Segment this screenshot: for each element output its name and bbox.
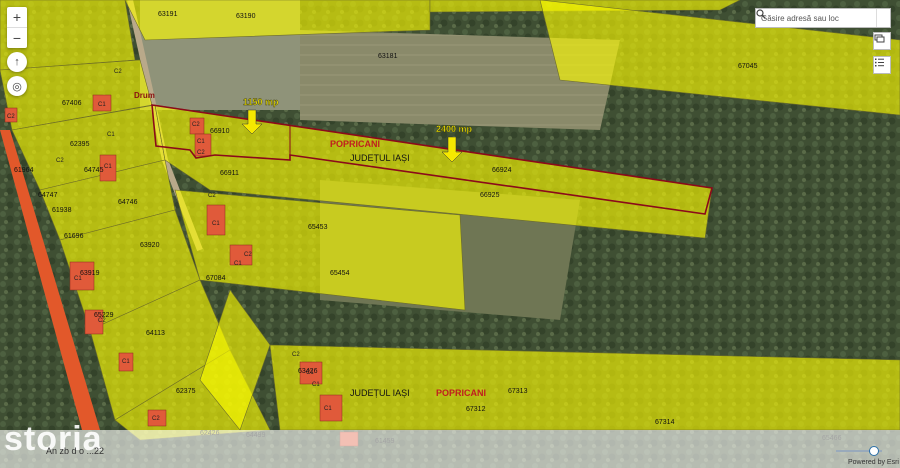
building-code: C2	[292, 352, 300, 358]
legend-button[interactable]	[873, 56, 891, 74]
building-code: C1	[122, 359, 130, 365]
building-code: C1	[306, 370, 314, 376]
parcel-number: 64746	[118, 199, 138, 206]
search-icon	[756, 9, 766, 19]
building-code: C1	[74, 276, 82, 282]
building-code: C1	[324, 406, 332, 412]
zoom-control: + −	[7, 7, 27, 48]
county-label: JUDEȚUL IAȘI	[350, 388, 410, 398]
attribution-bar	[0, 430, 900, 468]
building-code: C2	[7, 114, 15, 120]
parcel-number: 67406	[62, 100, 82, 107]
search-input[interactable]	[756, 13, 876, 23]
county-label: JUDEȚUL IAȘI	[350, 153, 410, 163]
building-code: C2	[114, 69, 122, 75]
parcel-number: 67314	[655, 419, 675, 426]
building-code: C2	[56, 158, 64, 164]
layers-icon	[874, 34, 885, 43]
map-view[interactable]: Drum 1150 mp 2400 mp POPRICANI POPRICANI…	[0, 0, 900, 468]
place-label: POPRICANI	[330, 139, 380, 149]
building-code: C2	[244, 252, 252, 258]
zoom-out-button[interactable]: −	[7, 27, 27, 48]
map-canvas[interactable]: Drum 1150 mp 2400 mp POPRICANI POPRICANI…	[0, 0, 900, 468]
building-code: C1	[212, 221, 220, 227]
parcel-number: 65453	[308, 224, 328, 231]
parcel-number: 67313	[508, 388, 528, 395]
parcel-number: 62395	[70, 141, 90, 148]
compass-button[interactable]: ↑	[7, 52, 27, 72]
area-label: 1150 mp	[243, 97, 279, 107]
area-label: 2400 mp	[436, 124, 473, 134]
parcel-number: 63191	[158, 11, 178, 18]
building-code: C1	[98, 102, 106, 108]
parcel-number: 67084	[206, 275, 226, 282]
transparency-slider[interactable]	[836, 446, 882, 456]
locate-icon: ◎	[12, 80, 22, 93]
compass-arrow-icon: ↑	[14, 56, 20, 68]
locate-button[interactable]: ◎	[7, 76, 27, 96]
parcel-number: 66910	[210, 128, 230, 135]
parcel-number: 66924	[492, 167, 512, 174]
parcel-number: 63919	[80, 270, 100, 277]
parcel-number: 63190	[236, 13, 256, 20]
map-caption: An zb d o ...22	[46, 446, 105, 456]
parcel-number: 64113	[146, 330, 165, 337]
zoom-in-icon: +	[12, 9, 22, 25]
parcel-number: 66925	[480, 192, 500, 199]
layers-button[interactable]	[873, 32, 891, 50]
zoom-in-button[interactable]: +	[7, 7, 27, 27]
powered-by-esri: Powered by Esri	[848, 459, 899, 466]
building-code: C2	[98, 318, 106, 324]
parcel-number: 63920	[140, 242, 160, 249]
slider-thumb[interactable]	[869, 446, 879, 456]
zoom-out-icon: −	[12, 30, 22, 46]
parcel-number: 61938	[52, 207, 72, 214]
parcel-number: 63181	[378, 53, 398, 60]
parcel-number: 62375	[176, 388, 196, 395]
building	[206, 204, 226, 236]
search-box	[755, 8, 891, 28]
building-code: C1	[107, 132, 115, 138]
building-code: C1	[312, 382, 320, 388]
parcel-number: 66911	[220, 170, 239, 177]
legend-list-icon	[875, 58, 884, 67]
parcel-number: 61696	[64, 233, 84, 240]
building-code: C2	[192, 122, 200, 128]
parcel-number: 64747	[38, 192, 58, 199]
building-code: C2	[152, 416, 160, 422]
parcel-number: 64745	[84, 167, 104, 174]
building-code: C2	[208, 193, 216, 199]
parcel-number: 65454	[330, 270, 350, 277]
road-label: Drum	[134, 91, 155, 100]
building-code: C1	[234, 261, 242, 267]
building-code: C2	[197, 150, 205, 156]
parcel-number: 67312	[466, 406, 486, 413]
parcel-number: 61964	[14, 167, 34, 174]
building-code: C1	[197, 139, 205, 145]
parcel-number: 67045	[738, 63, 758, 70]
place-label: POPRICANI	[436, 388, 486, 398]
search-button[interactable]	[756, 9, 890, 27]
building-code: C1	[104, 164, 112, 170]
